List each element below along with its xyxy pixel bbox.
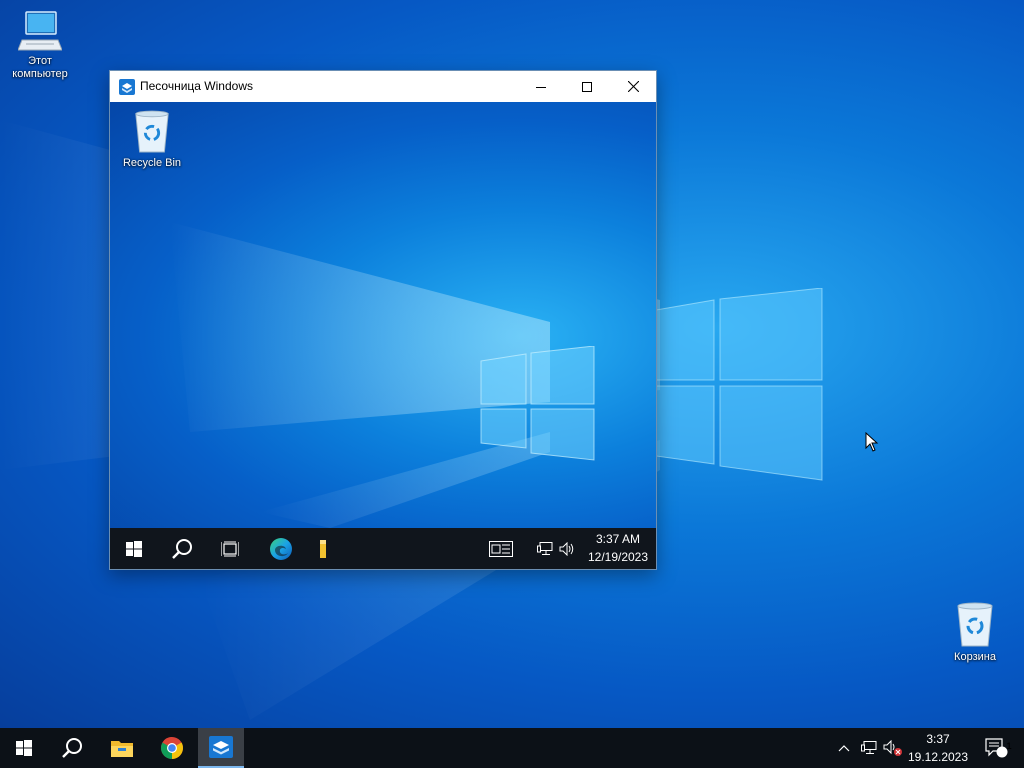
maximize-button[interactable]: [564, 71, 610, 102]
windows-logo-wallpaper: [480, 346, 595, 461]
network-tray-button[interactable]: [534, 528, 556, 569]
search-icon: [172, 538, 192, 559]
desktop-icon-label: Recycle Bin: [122, 157, 182, 169]
maximize-icon: [582, 81, 592, 92]
task-view-button[interactable]: [208, 528, 252, 569]
desktop-icon-recycle-bin[interactable]: Recycle Bin: [112, 110, 192, 170]
search-icon: [62, 738, 82, 758]
desktop[interactable]: Этот компьютер Корзина Песочница Windows: [0, 0, 1024, 728]
edge-icon: [270, 537, 292, 560]
volume-icon: [559, 541, 574, 556]
taskbar-clock[interactable]: 3:37 19.12.2023: [906, 732, 970, 765]
close-button[interactable]: [610, 71, 656, 102]
desktop-icon-recycle-bin[interactable]: Корзина: [935, 602, 1015, 664]
chrome-taskbar-button[interactable]: [148, 728, 196, 768]
desktop-icon-this-pc[interactable]: Этот компьютер: [0, 10, 80, 81]
network-tray-button[interactable]: [857, 728, 881, 768]
computer-icon: [18, 11, 62, 51]
edge-taskbar-button[interactable]: [259, 528, 303, 569]
windows-sandbox-icon: [209, 736, 233, 758]
clock-date: 12/19/2023: [587, 550, 649, 564]
clock-time: 3:37: [926, 732, 950, 746]
news-icon: [489, 540, 513, 557]
sandbox-desktop[interactable]: Recycle Bin: [110, 102, 656, 528]
taskbar-clock[interactable]: 3:37 AM 12/19/2023: [580, 532, 656, 565]
volume-tray-button[interactable]: [881, 728, 905, 768]
start-button[interactable]: [0, 728, 48, 768]
volume-muted-icon: [883, 740, 902, 756]
windows-start-icon: [126, 540, 142, 557]
windows-sandbox-icon: [119, 79, 135, 95]
notification-count-badge: 1: [1006, 741, 1012, 751]
minimize-button[interactable]: [518, 71, 564, 102]
windows-sandbox-taskbar-button[interactable]: [198, 728, 244, 768]
taskbar[interactable]: 3:37 19.12.2023 1: [0, 728, 1024, 768]
desktop-icon-label: Корзина: [954, 651, 996, 663]
clock-date: 19.12.2023: [907, 750, 969, 764]
window-title: Песочница Windows: [140, 79, 253, 93]
desktop-icon-label-line1: Этот: [28, 55, 52, 67]
volume-tray-button[interactable]: [557, 528, 579, 569]
recycle-bin-icon: [957, 602, 993, 647]
show-hidden-icons-button[interactable]: [834, 728, 854, 768]
minimize-icon: [536, 86, 546, 88]
folder-icon: [111, 741, 133, 757]
file-explorer-taskbar-button[interactable]: [98, 728, 146, 768]
search-button[interactable]: [160, 528, 204, 569]
action-center-button[interactable]: 1: [976, 728, 1016, 768]
chrome-icon: [161, 737, 183, 759]
chevron-up-icon: [838, 745, 850, 752]
sandbox-taskbar[interactable]: 3:37 AM 12/19/2023: [110, 528, 656, 569]
windows-start-icon: [16, 740, 32, 756]
mouse-pointer-icon: [865, 432, 879, 452]
news-and-interests-button[interactable]: [486, 528, 516, 569]
clock-time: 3:37 AM: [595, 532, 641, 546]
task-view-icon: [221, 541, 239, 556]
window-titlebar[interactable]: Песочница Windows: [110, 71, 656, 102]
sandbox-window[interactable]: Песочница Windows Recycle Bin 3:37 AM 12…: [109, 70, 657, 570]
windows-logo-wallpaper: [655, 288, 823, 481]
network-icon: [537, 541, 553, 555]
search-button[interactable]: [48, 728, 96, 768]
close-icon: [627, 81, 639, 92]
network-icon: [861, 741, 877, 754]
start-button[interactable]: [112, 528, 156, 569]
folder-icon: [320, 539, 326, 558]
recycle-bin-icon: [135, 110, 169, 153]
desktop-icon-label-line2: компьютер: [12, 68, 68, 80]
file-explorer-taskbar-button[interactable]: [309, 528, 337, 569]
